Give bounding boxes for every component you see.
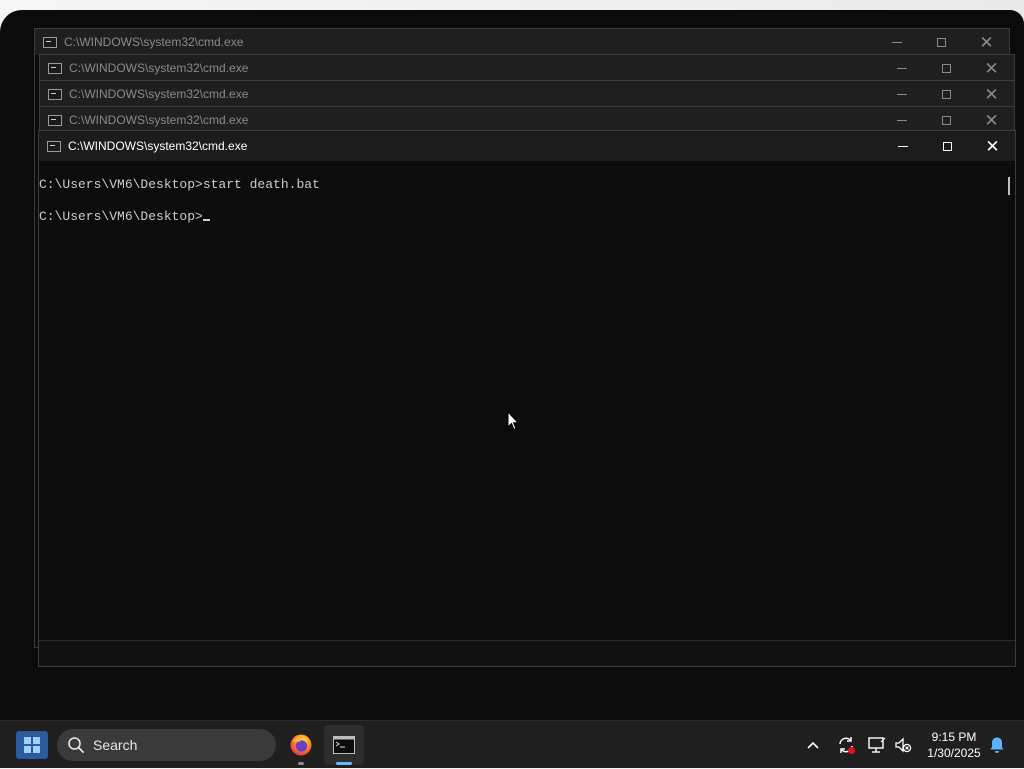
taskbar-app-cmd[interactable] <box>324 725 364 765</box>
maximize-button[interactable] <box>919 29 964 55</box>
vertical-scrollbar[interactable] <box>1005 161 1015 640</box>
minimize-button[interactable] <box>880 131 925 161</box>
cmd-window-active[interactable]: C:\WINDOWS\system32\cmd.exe ✕ C:\Users\V… <box>38 130 1016 667</box>
show-hidden-icons-button[interactable] <box>800 721 826 769</box>
minimize-button[interactable] <box>874 29 919 55</box>
minimize-icon <box>896 119 907 121</box>
close-icon: ✕ <box>984 84 999 104</box>
notifications-button[interactable] <box>984 721 1010 769</box>
close-icon: ✕ <box>984 110 999 130</box>
maximize-button[interactable] <box>925 131 970 161</box>
start-button[interactable] <box>16 731 48 759</box>
console-prompt-line: C:\Users\VM6\Desktop> <box>39 209 1005 225</box>
console-line: C:\Users\VM6\Desktop>start death.bat <box>39 177 320 192</box>
window-title: C:\WINDOWS\system32\cmd.exe <box>64 35 244 49</box>
sync-status-button[interactable] <box>832 721 860 769</box>
minimize-icon <box>897 145 908 147</box>
volume-muted-icon <box>895 737 912 753</box>
cmd-app-icon <box>48 62 62 74</box>
maximize-button[interactable] <box>924 81 969 107</box>
console-prompt: C:\Users\VM6\Desktop> <box>39 209 203 224</box>
minimize-icon <box>896 93 907 95</box>
scrollbar-thumb[interactable] <box>1008 177 1010 195</box>
taskbar: Search 9:15 PM 1/30/2025 <box>0 720 1024 768</box>
taskbar-app-firefox[interactable] <box>281 725 321 765</box>
windows-logo-icon <box>24 737 31 744</box>
maximize-icon <box>942 115 951 125</box>
volume-button[interactable] <box>890 721 916 769</box>
close-button[interactable]: ✕ <box>970 131 1015 161</box>
close-button[interactable]: ✕ <box>964 29 1009 55</box>
firefox-icon <box>290 734 312 756</box>
close-icon: ✕ <box>984 58 999 78</box>
network-status-button[interactable] <box>863 721 891 769</box>
minimize-button[interactable] <box>879 55 924 81</box>
titlebar[interactable]: C:\WINDOWS\system32\cmd.exe ✕ <box>39 131 1015 161</box>
cmd-app-icon <box>48 114 62 126</box>
maximize-icon <box>943 141 952 151</box>
window-title: C:\WINDOWS\system32\cmd.exe <box>69 61 249 75</box>
network-icon <box>868 737 886 753</box>
taskbar-search[interactable]: Search <box>57 729 276 761</box>
terminal-icon <box>333 736 355 754</box>
close-icon: ✕ <box>985 136 1000 156</box>
text-cursor <box>202 219 210 221</box>
titlebar[interactable]: C:\WINDOWS\system32\cmd.exe ✕ <box>35 29 1009 55</box>
search-label: Search <box>93 737 138 753</box>
maximize-icon <box>942 89 951 99</box>
window-title: C:\WINDOWS\system32\cmd.exe <box>69 113 249 127</box>
close-button[interactable]: ✕ <box>969 55 1014 81</box>
maximize-button[interactable] <box>924 55 969 81</box>
chevron-up-icon <box>807 741 819 749</box>
maximize-icon <box>942 63 951 73</box>
titlebar[interactable]: C:\WINDOWS\system32\cmd.exe ✕ <box>40 55 1014 81</box>
window-title: C:\WINDOWS\system32\cmd.exe <box>68 139 248 153</box>
close-button[interactable]: ✕ <box>969 81 1014 107</box>
clock-time: 9:15 PM <box>931 730 977 744</box>
horizontal-scrollbar[interactable] <box>39 640 1015 666</box>
cmd-app-icon <box>43 36 57 48</box>
search-icon <box>68 737 84 753</box>
window-title: C:\WINDOWS\system32\cmd.exe <box>69 87 249 101</box>
minimize-icon <box>891 41 902 43</box>
close-icon: ✕ <box>979 32 994 52</box>
mouse-pointer-icon <box>507 411 519 431</box>
minimize-icon <box>896 67 907 69</box>
minimize-button[interactable] <box>879 81 924 107</box>
cmd-app-icon <box>48 88 62 100</box>
clock-date: 1/30/2025 <box>927 746 981 760</box>
running-indicator <box>298 762 304 765</box>
bell-icon <box>990 737 1004 753</box>
system-clock[interactable]: 9:15 PM 1/30/2025 <box>918 729 990 761</box>
titlebar[interactable]: C:\WINDOWS\system32\cmd.exe ✕ <box>40 81 1014 107</box>
console-output[interactable]: C:\Users\VM6\Desktop>start death.bat C:\… <box>39 161 1005 640</box>
cmd-app-icon <box>47 140 61 152</box>
maximize-icon <box>937 37 946 47</box>
desktop: C:\WINDOWS\system32\cmd.exe ✕ C:\WINDOWS… <box>0 0 1024 720</box>
sync-error-icon <box>839 737 855 754</box>
active-indicator <box>336 762 352 765</box>
